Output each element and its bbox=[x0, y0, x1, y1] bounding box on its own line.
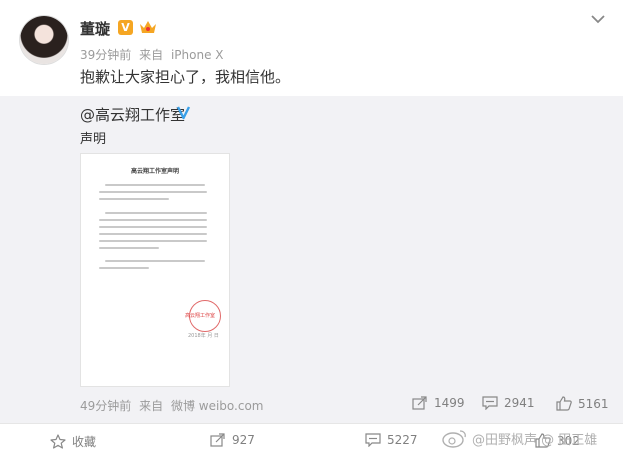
repost-share-count-label: 1499 bbox=[434, 396, 465, 410]
repost-author[interactable]: @高云翔工作室 bbox=[80, 104, 185, 125]
statement-document-image[interactable]: 高云翔工作室声明 高云翔工作室 2018年 月 日 bbox=[80, 153, 230, 387]
repost-like-count-label: 5161 bbox=[578, 396, 609, 411]
avatar[interactable] bbox=[20, 16, 68, 64]
document-line bbox=[99, 267, 149, 269]
document-line bbox=[105, 184, 205, 186]
repost-comment-count-label: 2941 bbox=[504, 396, 535, 410]
verified-badge-icon: V bbox=[118, 20, 133, 35]
weibo-watermark: @田野枫声 @ 田正雄 bbox=[442, 428, 597, 448]
share-icon bbox=[412, 396, 427, 410]
document-line bbox=[99, 226, 207, 228]
repost-meta: 49分钟前 来自 微博 weibo.com bbox=[80, 397, 268, 414]
repost-source-prefix: 来自 bbox=[139, 399, 164, 413]
watermark-text: @田野枫声 @ 田正雄 bbox=[472, 432, 598, 448]
post-source[interactable]: iPhone X bbox=[171, 48, 224, 62]
document-line bbox=[99, 191, 207, 193]
repost-text: 声明 bbox=[80, 132, 107, 147]
repost-count: 927 bbox=[232, 433, 255, 447]
document-line bbox=[99, 198, 169, 200]
star-icon bbox=[50, 434, 66, 449]
comment-icon bbox=[365, 433, 381, 447]
member-crown-icon bbox=[140, 21, 156, 33]
comment-icon bbox=[482, 396, 498, 410]
document-line bbox=[99, 240, 207, 242]
repost-time: 49分钟前 bbox=[80, 399, 132, 413]
document-line bbox=[99, 233, 207, 235]
blue-verified-icon bbox=[176, 106, 191, 120]
post-author-name[interactable]: 董璇 bbox=[80, 18, 110, 39]
post-meta: 39分钟前 来自 iPhone X bbox=[80, 46, 228, 63]
comment-count: 5227 bbox=[387, 433, 418, 447]
weibo-logo-icon bbox=[442, 430, 466, 448]
document-line bbox=[105, 212, 207, 214]
favorite-label: 收藏 bbox=[72, 435, 97, 449]
document-line bbox=[99, 247, 159, 249]
thumbs-up-icon bbox=[556, 396, 572, 411]
post-time: 39分钟前 bbox=[80, 48, 132, 62]
chevron-down-icon[interactable] bbox=[588, 12, 608, 26]
seal-text: 高云翔工作室 bbox=[185, 313, 216, 319]
document-line bbox=[105, 260, 205, 262]
divider bbox=[0, 423, 623, 424]
repost-like-count[interactable]: 5161 bbox=[556, 396, 609, 411]
document-date: 2018年 月 日 bbox=[188, 333, 219, 339]
comment-button[interactable]: 5227 bbox=[365, 433, 418, 447]
document-title: 高云翔工作室声明 bbox=[130, 168, 179, 175]
repost-source[interactable]: 微博 weibo.com bbox=[171, 399, 264, 413]
favorite-button[interactable]: 收藏 bbox=[50, 433, 96, 450]
document-line bbox=[99, 219, 207, 221]
repost-button[interactable]: 927 bbox=[210, 433, 255, 447]
post-source-prefix: 来自 bbox=[139, 48, 164, 62]
post-text: 抱歉让大家担心了，我相信他。 bbox=[80, 68, 291, 86]
share-icon bbox=[210, 433, 225, 447]
repost-share-count[interactable]: 1499 bbox=[412, 396, 465, 410]
repost-comment-count[interactable]: 2941 bbox=[482, 396, 535, 410]
